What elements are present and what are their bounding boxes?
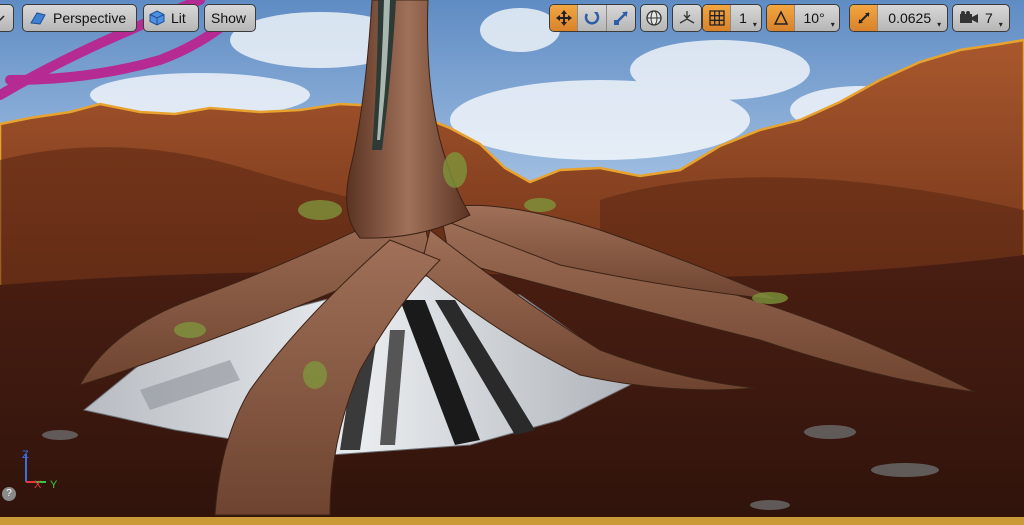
- perspective-icon: [23, 11, 47, 25]
- perspective-label: Perspective: [53, 10, 127, 26]
- viewport-border: [0, 517, 1024, 525]
- axis-gizmo: Z X Y: [22, 449, 58, 491]
- show-label: Show: [211, 10, 247, 26]
- surface-snapping-button[interactable]: [672, 4, 702, 32]
- chevron-down-icon: ▾: [998, 19, 1003, 29]
- view-mode-button[interactable]: Lit: [143, 4, 199, 32]
- rotation-snap-value: 10°: [803, 10, 825, 26]
- rotate-tool-button[interactable]: [578, 5, 607, 31]
- scale-snap-toggle[interactable]: [850, 5, 879, 31]
- scale-icon: [613, 11, 628, 25]
- lit-cube-icon: [144, 10, 165, 26]
- scale-snap-group: 0.0625 ▾: [849, 4, 948, 32]
- camera-speed-value: 7: [985, 10, 993, 26]
- viewport-options-button[interactable]: [0, 4, 14, 32]
- perspective-button[interactable]: Perspective: [22, 4, 137, 32]
- show-flags-button[interactable]: Show: [204, 4, 256, 32]
- globe-icon: [646, 10, 662, 26]
- surface-snap-icon: [679, 11, 695, 24]
- grid-snap-value-dropdown[interactable]: 1 ▾: [731, 5, 761, 31]
- level-viewport[interactable]: Perspective Lit Show 1 ▾ 10° ▾ 0.0625 ▾ …: [0, 0, 1024, 525]
- angle-icon: [773, 10, 788, 25]
- scale-snap-icon: [857, 12, 870, 24]
- scale-tool-button[interactable]: [607, 5, 635, 31]
- grid-icon: [708, 10, 725, 26]
- scale-snap-value: 0.0625: [888, 10, 932, 26]
- move-arrows-icon: [555, 10, 572, 26]
- scene-render[interactable]: [0, 0, 1024, 525]
- help-icon[interactable]: ?: [2, 487, 16, 501]
- axis-y-label: Y: [50, 479, 58, 491]
- chevron-down-icon: ▾: [830, 19, 835, 29]
- help-label: ?: [6, 488, 12, 499]
- coordinate-system-button[interactable]: [640, 4, 668, 32]
- grid-snap-value: 1: [739, 10, 747, 26]
- rotate-icon: [584, 12, 600, 25]
- rotation-snap-toggle[interactable]: [767, 5, 796, 31]
- rotation-snap-group: 10° ▾: [766, 4, 840, 32]
- lit-label: Lit: [171, 10, 186, 26]
- axis-z-label: Z: [22, 449, 29, 461]
- translate-tool-button[interactable]: [550, 5, 579, 31]
- camera-icon: [953, 11, 979, 25]
- axis-x-label: X: [34, 479, 42, 491]
- camera-speed-button[interactable]: 7 ▾: [952, 4, 1010, 32]
- grid-snap-toggle[interactable]: [703, 5, 732, 31]
- chevron-down-icon: ▾: [752, 19, 757, 29]
- grid-snap-group: 1 ▾: [702, 4, 762, 32]
- rotation-snap-value-dropdown[interactable]: 10° ▾: [795, 5, 839, 31]
- scale-snap-value-dropdown[interactable]: 0.0625 ▾: [878, 5, 947, 31]
- chevron-down-icon: ▾: [937, 19, 942, 29]
- transform-tools: [549, 4, 636, 32]
- chevron-down-icon: [0, 13, 5, 23]
